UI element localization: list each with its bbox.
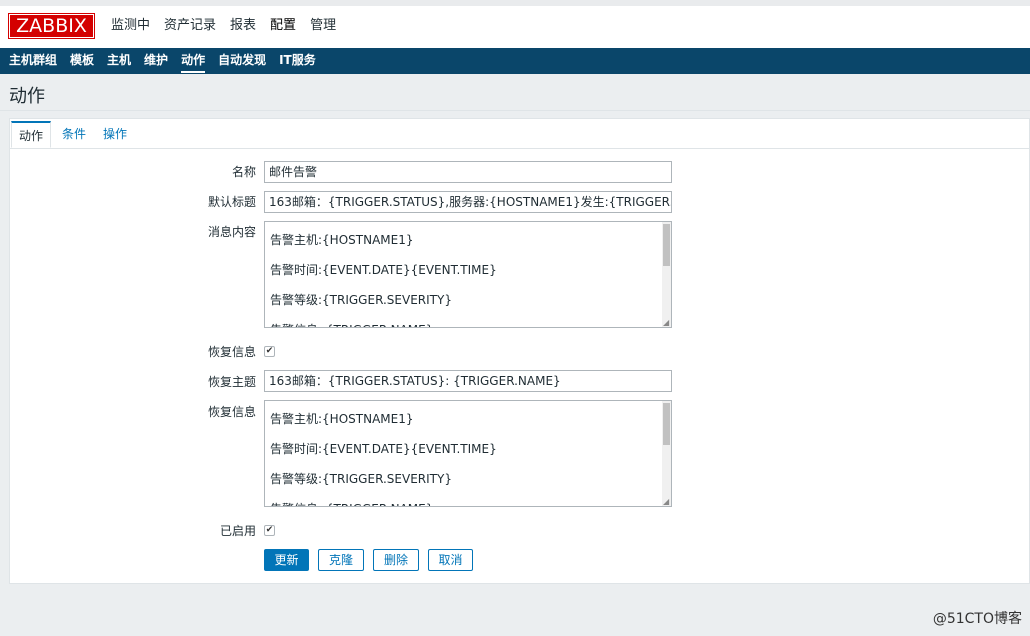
- subnav-it-services[interactable]: IT服务: [279, 48, 316, 74]
- subnav-discovery[interactable]: 自动发现: [218, 48, 266, 74]
- message-line: 告警等级:{TRIGGER.SEVERITY}: [270, 293, 452, 307]
- tab-conditions[interactable]: 条件: [62, 121, 86, 148]
- resize-grip-icon[interactable]: ◢: [663, 319, 670, 327]
- scroll-thumb[interactable]: [663, 403, 670, 445]
- recovery-line: 告警时间:{EVENT.DATE}{EVENT.TIME}: [270, 442, 497, 456]
- page-title: 动作: [9, 86, 45, 107]
- recovery-scrollbar[interactable]: [662, 401, 671, 506]
- top-header: ZABBIX 监测中 资产记录 报表 配置 管理: [0, 0, 1030, 48]
- enabled-checkbox[interactable]: ✔: [264, 525, 275, 536]
- message-textarea[interactable]: 告警主机:{HOSTNAME1} 告警时间:{EVENT.DATE}{EVENT…: [264, 221, 672, 328]
- recovery-line: 告警等级:{TRIGGER.SEVERITY}: [270, 472, 452, 486]
- recovery-line: 告警信息: {TRIGGER.NAME}: [270, 494, 659, 506]
- check-icon: ✔: [265, 346, 274, 356]
- recovery-line: 告警主机:{HOSTNAME1}: [270, 412, 414, 426]
- action-form-panel: 动作 条件 操作 名称 邮件告警 默认标题 163邮箱：{TRIGGER.STA…: [9, 118, 1030, 584]
- enabled-label: 已启用: [219, 524, 256, 538]
- resize-grip-icon[interactable]: ◢: [663, 498, 670, 506]
- menu-configuration[interactable]: 配置: [270, 15, 296, 37]
- default-subject-label: 默认标题: [207, 195, 256, 209]
- update-button[interactable]: 更新: [264, 549, 309, 571]
- recovery-subject-field[interactable]: 163邮箱：{TRIGGER.STATUS}: {TRIGGER.NAME}: [264, 370, 672, 392]
- recovery-message-label: 恢复信息: [207, 345, 256, 359]
- name-field[interactable]: 邮件告警: [264, 161, 672, 183]
- divider: [0, 110, 1030, 111]
- main-menu: 监测中 资产记录 报表 配置 管理: [111, 15, 350, 37]
- subnav-templates[interactable]: 模板: [70, 48, 94, 74]
- menu-inventory[interactable]: 资产记录: [164, 15, 216, 37]
- subnav-hosts[interactable]: 主机: [107, 48, 131, 74]
- name-label: 名称: [231, 165, 256, 179]
- tab-action[interactable]: 动作: [11, 121, 52, 148]
- check-icon: ✔: [265, 525, 274, 535]
- cancel-button[interactable]: 取消: [428, 549, 473, 571]
- recovery-textarea[interactable]: 告警主机:{HOSTNAME1} 告警时间:{EVENT.DATE}{EVENT…: [264, 400, 672, 507]
- watermark: @51CTO博客: [932, 611, 1022, 627]
- tab-bar: 动作 条件 操作: [10, 119, 1029, 149]
- menu-reports[interactable]: 报表: [230, 15, 256, 37]
- tab-operations[interactable]: 操作: [103, 121, 127, 148]
- clone-button[interactable]: 克隆: [318, 549, 364, 571]
- subnav-host-groups[interactable]: 主机群组: [9, 48, 57, 74]
- recovery-subject-label: 恢复主题: [207, 375, 256, 389]
- sub-navigation: 主机群组 模板 主机 维护 动作 自动发现 IT服务: [0, 48, 1030, 74]
- message-line: 告警主机:{HOSTNAME1}: [270, 233, 414, 247]
- scroll-thumb[interactable]: [663, 224, 670, 266]
- menu-monitoring[interactable]: 监测中: [111, 15, 150, 37]
- zabbix-logo[interactable]: ZABBIX: [8, 13, 95, 39]
- subnav-actions[interactable]: 动作: [181, 48, 206, 74]
- recovery-message-checkbox[interactable]: ✔: [264, 346, 275, 357]
- message-line: 告警时间:{EVENT.DATE}{EVENT.TIME}: [270, 263, 497, 277]
- default-subject-field[interactable]: 163邮箱：{TRIGGER.STATUS},服务器:{HOSTNAME1}发生…: [264, 191, 672, 213]
- menu-administration[interactable]: 管理: [310, 15, 336, 37]
- message-scrollbar[interactable]: [662, 222, 671, 327]
- recovery-body-label: 恢复信息: [207, 405, 256, 419]
- message-label: 消息内容: [207, 225, 256, 239]
- message-line: 告警信息: {TRIGGER.NAME}: [270, 315, 659, 327]
- delete-button[interactable]: 删除: [373, 549, 419, 571]
- subnav-maintenance[interactable]: 维护: [144, 48, 168, 74]
